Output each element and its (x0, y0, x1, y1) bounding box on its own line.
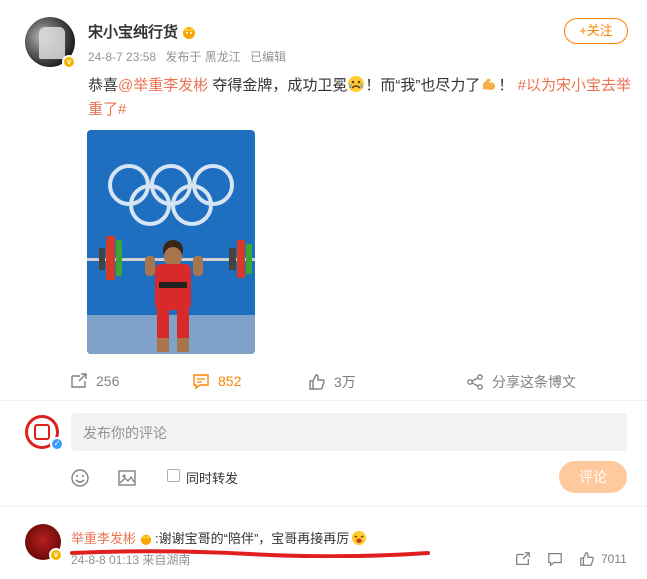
thumbs-up-icon (309, 374, 325, 390)
red-underline-annotation (70, 549, 430, 558)
post-text-intro: 恭喜 (88, 77, 119, 94)
my-verified-badge-icon: ✓ (50, 437, 64, 451)
divider (0, 400, 647, 401)
post-photo-weightlifter[interactable] (87, 130, 255, 354)
comment-icon (193, 374, 209, 390)
crying-face-emoji-icon (348, 76, 365, 92)
divider (0, 506, 647, 507)
post-text-mid2: ！而“我”也尽力了 (365, 77, 481, 94)
repost-checkbox-label[interactable]: 同时转发 (186, 468, 238, 487)
post-meta: 24-8-7 23:58 发布于 黑龙江 已编辑 (88, 48, 292, 65)
author-name-row: 宋小宝纯行货 (88, 21, 197, 42)
repost-icon (71, 373, 87, 388)
author-name[interactable]: 宋小宝纯行货 (88, 24, 178, 41)
commenter-verified-badge-icon: v (49, 548, 63, 562)
repost-button[interactable]: 256 (70, 372, 119, 390)
crown-icon (140, 534, 152, 545)
weibo-post-card: v 宋小宝纯行货 24-8-7 23:58 发布于 黑龙江 已编辑 +关注 恭喜… (0, 0, 647, 579)
comment-input[interactable]: 发布你的评论 (71, 413, 627, 451)
comment-like-count: 7011 (601, 552, 627, 566)
commenter-name-row: 举重李发彬 (71, 528, 153, 547)
comment-count: 852 (218, 373, 242, 389)
comment-reply-icon[interactable] (547, 551, 563, 567)
repost-checkbox[interactable] (167, 469, 180, 482)
submit-comment-button[interactable]: 评论 (559, 461, 627, 493)
post-edited[interactable]: 已编辑 (250, 50, 286, 64)
post-action-bar: 256 852 3万 分享这条博文 (0, 368, 647, 398)
share-image-label: 分享这条博文 (492, 374, 576, 390)
verified-badge-icon: v (62, 55, 76, 69)
laughing-face-emoji-icon (352, 530, 367, 546)
crown-icon (183, 27, 196, 39)
post-text-end: ！ (498, 77, 514, 94)
comment-text-row: :谢谢宝哥的“陪伴”，宝哥再接再厉 (155, 528, 367, 547)
flexed-biceps-emoji-icon (483, 78, 496, 90)
post-text-mid: 夺得金牌，成功卫冕 (208, 77, 348, 94)
image-upload-icon[interactable] (117, 468, 137, 488)
repost-count: 256 (96, 373, 120, 389)
like-count: 3万 (334, 374, 356, 390)
like-button[interactable]: 3万 (308, 372, 356, 392)
comment-text: :谢谢宝哥的“陪伴”，宝哥再接再厉 (155, 531, 350, 546)
commenter-name[interactable]: 举重李发彬 (71, 531, 136, 546)
comment-like-icon[interactable] (579, 551, 595, 567)
post-date[interactable]: 24-8-7 23:58 (88, 50, 156, 64)
comment-repost-icon[interactable] (515, 551, 531, 567)
share-image-button[interactable]: 分享这条博文 (466, 372, 576, 392)
post-text: 恭喜@举重李发彬 夺得金牌，成功卫冕 ！而“我”也尽力了 ！ #以为宋小宝去举重… (88, 74, 633, 122)
comment-button[interactable]: 852 (192, 372, 241, 390)
mention-link[interactable]: @举重李发彬 (118, 77, 208, 94)
emoji-picker-icon[interactable] (70, 468, 90, 488)
share-icon (467, 374, 483, 390)
follow-button[interactable]: +关注 (564, 18, 628, 44)
post-source: 发布于 黑龙江 (165, 50, 241, 64)
